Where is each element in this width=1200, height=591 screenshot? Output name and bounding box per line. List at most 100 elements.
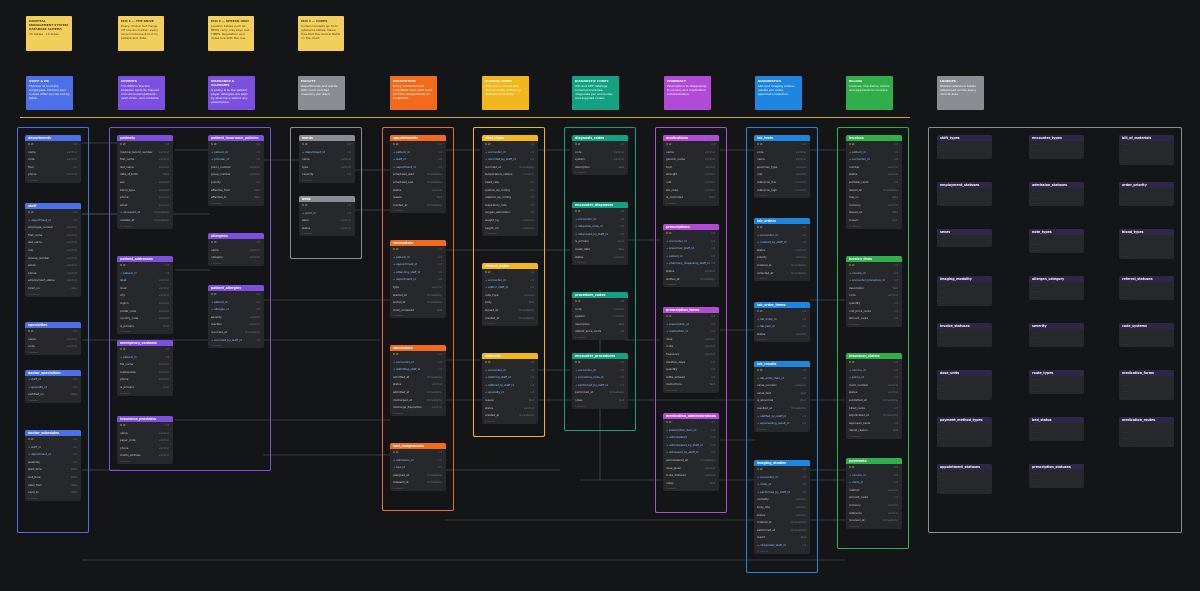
entity-table[interactable]: wards ⚿ id int ⇢ department_id int name varcha… <box>299 135 355 183</box>
lookup-table[interactable]: severity · · · · · · · · · · · · · · · <box>1029 323 1084 347</box>
lookup-table[interactable]: sexes · · · · · · · · · · <box>937 229 992 247</box>
lookup-table[interactable]: invoice_statuses · · · · · · · · · · · · · … <box>937 323 992 347</box>
entity-table[interactable]: diagnosis_codes ⚿ id int code varchar system v… <box>572 135 628 176</box>
entity-table[interactable]: allergens ⚿ id int name varchar category varch… <box>208 233 264 266</box>
lookup-table[interactable]: payment_method_types · · · · · · · · · · · … <box>937 417 992 447</box>
entity-table[interactable]: prescriptions ⚿ id int ⇢ encounter_id int ⇢ p… <box>663 224 719 288</box>
column-type: varchar <box>431 284 442 289</box>
lookup-table[interactable]: allergen_category · · · · · · · · · · · · ·… <box>1029 276 1084 300</box>
column-type: int <box>73 377 77 381</box>
entity-table[interactable]: insurance_claims ⚿ id int ⇢ invoice_id int ⇢ … <box>846 353 902 439</box>
lookup-table[interactable]: employment_statuses · · · · · · · · · · · ·… <box>937 182 992 206</box>
entity-table[interactable]: patient_insurance_policies ⚿ id int ⇢ patie… <box>208 135 264 206</box>
entity-table[interactable]: specialties ⚿ id int name varchar code varchar… <box>25 322 81 355</box>
sticky-note: M:N 1 — THE DRIVE Every clinical fact han… <box>118 16 164 51</box>
table-column-row: received_at timestamp <box>846 517 902 525</box>
column-name: name <box>211 247 219 252</box>
column-type: int <box>894 495 898 500</box>
entity-table[interactable]: doctor_schedules ⚿ id int ⇢ staff_id int ⇢ de… <box>25 430 81 501</box>
table-column-row: payer_code varchar <box>117 437 173 445</box>
entity-table[interactable]: bed_assignments ⚿ id int ⇢ admission_id int ⇢… <box>390 443 446 491</box>
table-column-row: code varchar <box>572 149 628 157</box>
area-card: LOOKUPS Shared reference tables reference… <box>937 76 984 110</box>
column-name: route_followed <box>666 473 686 478</box>
entity-table[interactable]: admissions ⚿ id int ⇢ encounter_id int ⇢ admi… <box>390 345 446 416</box>
column-name: billed_cents <box>849 405 865 410</box>
entity-table[interactable]: appointments ⚿ id int ⇢ patient_id int ⇢ staf… <box>390 135 446 214</box>
lookup-table[interactable]: medication_forms · · · · · · · · · · · · · … <box>1119 370 1174 400</box>
column-type: int <box>73 329 77 333</box>
column-name: status <box>393 187 402 192</box>
lookup-table[interactable]: bed_status · · · · · · · · · · · · · · · <box>1029 417 1084 441</box>
lookup-table[interactable]: note_types · · · · · · · · · · · · · · · <box>1029 229 1084 253</box>
table-column-row: valid_from date <box>25 482 81 490</box>
entity-table[interactable]: departments ⚿ id int name varchar code varchar… <box>25 135 81 183</box>
entity-table[interactable]: lab_results ⚿ id int ⇢ lab_order_item_id int… <box>754 361 810 432</box>
table-column-row: issued_at timestamp <box>846 187 902 195</box>
lookup-table[interactable]: appointment_statuses · · · · · · · · · · · … <box>937 464 992 494</box>
column-name: ⚿ id <box>757 142 763 146</box>
entity-table[interactable]: lab_order_items ⚿ id int ⇢ lab_order_id int ⇢… <box>754 302 810 343</box>
entity-table[interactable]: encounters ⚿ id int ⇢ patient_id int ⇢ appoin… <box>390 240 446 319</box>
entity-table[interactable]: lab_orders ⚿ id int ⇢ encounter_id int ⇢ orde… <box>754 218 810 282</box>
entity-table[interactable]: vital_signs ⚿ id int ⇢ encounter_id int ⇢ rec… <box>482 135 538 237</box>
lookup-table[interactable]: order_priority · · · · · · · · · · · · · · … <box>1119 182 1174 206</box>
lookup-table[interactable]: dose_units · · · · · · · · · · · · · · · · ·… <box>937 370 992 400</box>
lookup-table[interactable]: medication_routes · · · · · · · · · · · · ·… <box>1119 417 1174 447</box>
column-name: report <box>757 535 766 540</box>
column-type: int <box>711 359 715 364</box>
table-column-row: ⇢ specialty_id int <box>482 389 538 397</box>
entity-table[interactable]: staff ⚿ id int ⇢ department_id int employee_n… <box>25 203 81 297</box>
table-column-row: ⚿ id int <box>482 359 538 367</box>
column-name: ⇢ prescription_item_id <box>666 427 697 432</box>
entity-table[interactable]: invoices ⚿ id int ⇢ patient_id int ⇢ encounte… <box>846 135 902 229</box>
lookup-table[interactable]: imaging_modality · · · · · · · · · · · · · … <box>937 276 992 306</box>
column-name: route <box>666 344 674 349</box>
table-column-row: systolic_bp_mmhg int <box>482 187 538 195</box>
entity-table[interactable]: medications ⚿ id int name varchar generic_nam… <box>663 135 719 206</box>
entity-table[interactable]: encounter_diagnoses ⚿ id int ⇢ encounter_id… <box>572 202 628 266</box>
column-type: bool <box>163 323 169 328</box>
entity-table[interactable]: patients ⚿ id int medical_record_number varc… <box>117 135 173 229</box>
entity-table[interactable]: referrals ⚿ id int ⇢ encounter_id int ⇢ refer… <box>482 353 538 424</box>
entity-table[interactable]: patient_allergies ⚿ id int ⇢ patient_id int ⇢… <box>208 285 264 349</box>
lookup-row: · · · · · <box>1122 295 1130 299</box>
table-column-row: first_name varchar <box>117 156 173 164</box>
entity-table[interactable]: clinical_notes ⚿ id int ⇢ encounter_id int ⇢ … <box>482 263 538 327</box>
entity-table[interactable]: imaging_studies ⚿ id int ⇢ encounter_id int ⇢… <box>754 460 810 554</box>
lookup-table[interactable]: prescription_statuses · · · · · · · · · · ·… <box>1029 464 1084 488</box>
entity-table[interactable]: prescription_items ⚿ id int ⇢ prescription_… <box>663 307 719 393</box>
table-column-row: closed bool <box>846 217 902 225</box>
entity-table[interactable]: insurance_providers ⚿ id int name varchar pay… <box>117 416 173 464</box>
lookup-row: · · · · · <box>1122 442 1130 446</box>
column-type: int <box>711 142 715 146</box>
entity-table[interactable]: medication_administrations ⚿ id int ⇢ presc… <box>663 413 719 492</box>
entity-table[interactable]: invoice_lines ⚿ id int ⇢ invoice_id int ⇢ enc… <box>846 256 902 327</box>
lookup-table[interactable]: blood_types · · · · · · · · · · · · · · · · … <box>1119 229 1174 259</box>
column-type: int <box>894 278 898 283</box>
table-column-row: ⇢ referred_to_staff_id int <box>482 382 538 390</box>
lookup-table[interactable]: admission_statuses · · · · · · · · · · · · … <box>1029 182 1084 206</box>
entity-table[interactable]: encounter_procedures ⚿ id int ⇢ encounter_i… <box>572 353 628 409</box>
column-type: text <box>618 321 624 326</box>
column-type: int <box>165 423 169 427</box>
entity-table[interactable]: emergency_contacts ⚿ id int ⇢ patient_id int… <box>117 340 173 396</box>
entity-table[interactable]: doctor_specialties ⇢ staff_id int ⇢ special… <box>25 370 81 403</box>
lookup-table[interactable]: route_types · · · · · · · · · · · · · · · <box>1029 370 1084 394</box>
table-column-row: resulted_at timestamp <box>754 405 810 413</box>
column-name: ⇢ referred_to_staff_id <box>485 382 515 387</box>
entity-table[interactable]: beds ⚿ id int ⇢ ward_id int label varchar statu… <box>299 196 355 237</box>
lookup-table[interactable]: shift_types · · · · · · · · · · · · · · · <box>937 135 992 159</box>
column-type: int <box>256 292 260 296</box>
entity-table[interactable]: lab_tests ⚿ id int code varchar name varchar sp… <box>754 135 810 199</box>
table-column-row: created_at timestamp <box>482 412 538 420</box>
table-column-row: ⇢ admitting_staff_id int <box>390 366 446 374</box>
lookup-table[interactable]: code_systems · · · · · · · · · · · · · · · <box>1119 323 1174 347</box>
entity-table[interactable]: procedure_codes ⚿ id int code varchar system v… <box>572 292 628 340</box>
lookup-table[interactable]: encounter_types · · · · · · · · · · · · · ·… <box>1029 135 1084 159</box>
entity-table[interactable]: payments ⚿ id int ⇢ invoice_id int ⇢ claim_id… <box>846 458 902 529</box>
lookup-table[interactable]: bill_of_materials · · · · · · · · · · · · ·… <box>1119 135 1174 165</box>
lookup-table[interactable]: referral_statuses · · · · · · · · · · · · ·… <box>1119 276 1174 300</box>
table-footer: 5 columns <box>575 336 586 339</box>
entity-table[interactable]: patient_addresses ⚿ id int ⇢ patient_id int l… <box>117 256 173 335</box>
